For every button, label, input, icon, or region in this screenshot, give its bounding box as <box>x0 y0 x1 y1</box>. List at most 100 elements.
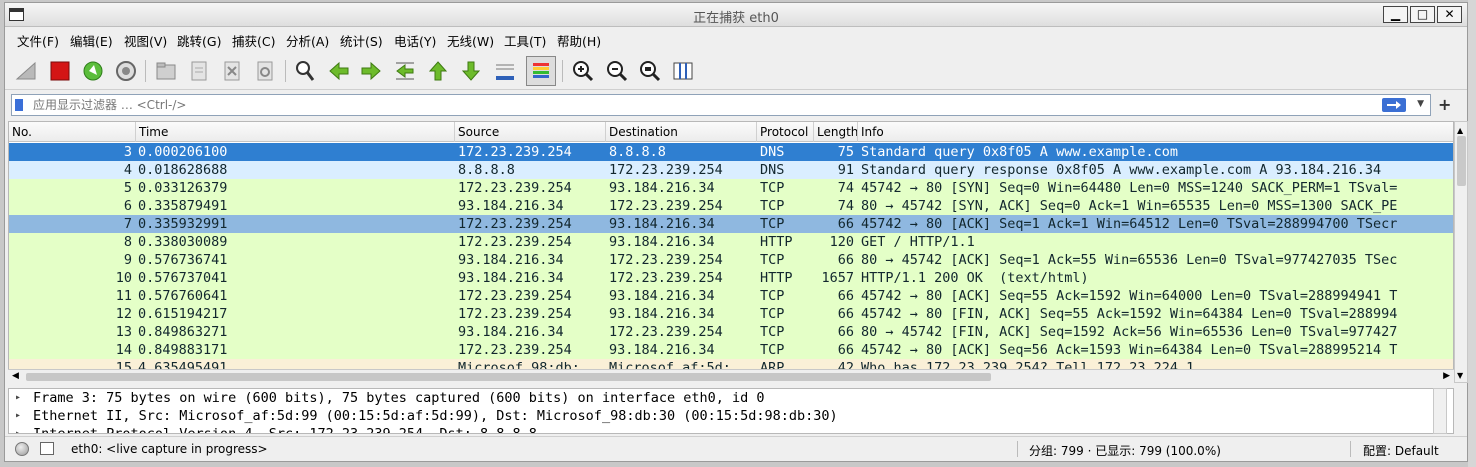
packet-list-horizontal-scrollbar[interactable]: ◀ ▶ <box>8 369 1454 383</box>
menu-capture[interactable]: 捕获(C) <box>232 31 275 50</box>
go-last-icon[interactable] <box>456 56 486 86</box>
packet-row[interactable]: 3 0.000206100 172.23.239.254 8.8.8.8 DNS 75 St… <box>9 143 1453 161</box>
scrollbar-thumb[interactable] <box>26 373 991 381</box>
go-first-icon[interactable] <box>423 56 453 86</box>
scroll-right-icon[interactable]: ▶ <box>1443 371 1450 381</box>
packet-cell-dst: 172.23.239.254 <box>609 162 723 178</box>
packet-cell-time: 0.335879491 <box>138 198 228 214</box>
stop-capture-icon[interactable] <box>45 56 75 86</box>
packet-row[interactable]: 7 0.335932991 172.23.239.254 93.184.216.34 T… <box>9 215 1453 233</box>
display-filter-input[interactable] <box>33 96 1363 114</box>
packet-row[interactable]: 5 0.033126379 172.23.239.254 93.184.216.34 T… <box>9 179 1453 197</box>
packet-cell-proto: TCP <box>760 198 785 214</box>
packet-cell-dst: 93.184.216.34 <box>609 180 715 196</box>
filter-history-chevron-down-icon[interactable]: ▼ <box>1417 99 1424 109</box>
go-back-icon[interactable] <box>324 56 354 86</box>
packet-cell-len: 74 <box>837 180 854 196</box>
packet-list-header: No. Time Source Destination Protocol Len… <box>9 122 1453 142</box>
packet-cell-src: 93.184.216.34 <box>458 252 564 268</box>
wireshark-window: 正在捕获 eth0 ▁ □ ✕ 文件(F) 编辑(E) 视图(V) 跳转(G) … <box>4 2 1468 462</box>
scrollbar-thumb[interactable] <box>1457 136 1466 186</box>
auto-scroll-icon[interactable] <box>490 56 520 86</box>
column-header-protocol[interactable]: Protocol <box>757 122 814 142</box>
packet-cell-no: 7 <box>123 216 132 232</box>
scroll-up-icon[interactable]: ▲ <box>1457 126 1463 135</box>
add-filter-button-icon[interactable]: + <box>1438 95 1451 114</box>
tree-item-ethernet[interactable]: ▸ Ethernet II, Src: Microsof_af:5d:99 (00… <box>9 407 1453 425</box>
go-to-packet-icon[interactable] <box>390 56 420 86</box>
normal-size-icon[interactable] <box>635 56 665 86</box>
profile-switcher[interactable]: 配置: Default <box>1363 442 1439 459</box>
column-header-time[interactable]: Time <box>136 122 455 142</box>
packet-rows: 3 0.000206100 172.23.239.254 8.8.8.8 DNS 75 St… <box>9 143 1453 377</box>
reload-file-icon[interactable] <box>250 56 280 86</box>
expand-arrow-icon[interactable]: ▸ <box>15 425 21 433</box>
filter-bookmark-icon[interactable] <box>15 99 23 111</box>
packet-row[interactable]: 8 0.338030089 172.23.239.254 93.184.216.34 H… <box>9 233 1453 251</box>
packet-list-vertical-scrollbar[interactable]: ▲ ▼ <box>1454 121 1468 383</box>
shark-start-icon[interactable] <box>11 56 41 86</box>
packet-cell-no: 10 <box>115 270 132 286</box>
open-file-icon[interactable] <box>151 56 181 86</box>
maximize-button[interactable]: □ <box>1410 6 1435 23</box>
tree-item-ipv4[interactable]: ▸ Internet Protocol Version 4, Src: 172.2… <box>9 425 1453 433</box>
column-header-destination[interactable]: Destination <box>606 122 757 142</box>
zoom-out-icon[interactable] <box>602 56 632 86</box>
packet-row[interactable]: 12 0.615194217 172.23.239.254 93.184.216.34… <box>9 305 1453 323</box>
menu-analyze[interactable]: 分析(A) <box>286 31 329 50</box>
packet-cell-src: 172.23.239.254 <box>458 180 572 196</box>
capture-status: eth0: <live capture in progress> <box>71 442 268 456</box>
menu-file[interactable]: 文件(F) <box>17 31 59 50</box>
expand-arrow-icon[interactable]: ▸ <box>15 389 21 407</box>
tree-item-frame[interactable]: ▸ Frame 3: 75 bytes on wire (600 bits), 7… <box>9 389 1453 407</box>
resize-columns-icon[interactable] <box>668 56 698 86</box>
find-packet-icon[interactable] <box>290 56 320 86</box>
scroll-down-icon[interactable]: ▼ <box>1457 371 1463 380</box>
go-forward-icon[interactable] <box>356 56 386 86</box>
column-header-length[interactable]: Length <box>814 122 858 142</box>
packet-cell-proto: TCP <box>760 216 785 232</box>
save-file-icon[interactable] <box>184 56 214 86</box>
packet-cell-len: 120 <box>829 234 854 250</box>
minimize-button[interactable]: ▁ <box>1383 6 1408 23</box>
packet-row[interactable]: 6 0.335879491 93.184.216.34 172.23.239.254 T… <box>9 197 1453 215</box>
menu-help[interactable]: 帮助(H) <box>557 31 601 50</box>
packet-cell-len: 66 <box>837 306 854 322</box>
packet-row[interactable]: 9 0.576736741 93.184.216.34 172.23.239.254 T… <box>9 251 1453 269</box>
restart-capture-icon[interactable] <box>78 56 108 86</box>
menu-tools[interactable]: 工具(T) <box>504 31 546 50</box>
zoom-in-icon[interactable] <box>568 56 598 86</box>
scroll-left-icon[interactable]: ◀ <box>12 371 19 381</box>
packet-row[interactable]: 10 0.576737041 93.184.216.34 172.23.239.254… <box>9 269 1453 287</box>
packet-cell-proto: DNS <box>760 144 785 160</box>
capture-comment-icon[interactable] <box>40 442 54 455</box>
column-header-source[interactable]: Source <box>455 122 606 142</box>
menu-view[interactable]: 视图(V) <box>124 31 167 50</box>
menu-edit[interactable]: 编辑(E) <box>70 31 113 50</box>
details-vertical-scrollbar[interactable] <box>1433 388 1447 434</box>
column-header-info[interactable]: Info <box>858 122 1453 142</box>
packet-row[interactable]: 14 0.849883171 172.23.239.254 93.184.216.34… <box>9 341 1453 359</box>
close-button[interactable]: ✕ <box>1437 6 1462 23</box>
column-header-no[interactable]: No. <box>9 122 136 142</box>
menu-wireless[interactable]: 无线(W) <box>447 31 494 50</box>
packet-row[interactable]: 11 0.576760641 172.23.239.254 93.184.216.34… <box>9 287 1453 305</box>
packet-cell-info: HTTP/1.1 200 OK (text/html) <box>861 270 1089 286</box>
packet-details-tree: ▸ Frame 3: 75 bytes on wire (600 bits), 7… <box>8 388 1454 434</box>
menu-go[interactable]: 跳转(G) <box>177 31 221 50</box>
expert-info-icon[interactable] <box>15 442 29 456</box>
apply-filter-icon[interactable] <box>1382 98 1406 112</box>
close-file-icon[interactable] <box>217 56 247 86</box>
expand-arrow-icon[interactable]: ▸ <box>15 407 21 425</box>
capture-options-icon[interactable] <box>111 56 141 86</box>
colorize-icon[interactable] <box>526 56 556 86</box>
packet-cell-time: 0.338030089 <box>138 234 228 250</box>
packet-row[interactable]: 13 0.849863271 93.184.216.34 172.23.239.254… <box>9 323 1453 341</box>
packet-cell-proto: TCP <box>760 288 785 304</box>
menu-statistics[interactable]: 统计(S) <box>340 31 383 50</box>
packet-cell-info: 45742 → 80 [ACK] Seq=56 Ack=1593 Win=643… <box>861 342 1398 358</box>
packet-row[interactable]: 4 0.018628688 8.8.8.8 172.23.239.254 DNS 91 St… <box>9 161 1453 179</box>
packet-list: No. Time Source Destination Protocol Len… <box>8 121 1454 383</box>
menu-telephony[interactable]: 电话(Y) <box>394 31 436 50</box>
packet-cell-no: 5 <box>123 180 132 196</box>
